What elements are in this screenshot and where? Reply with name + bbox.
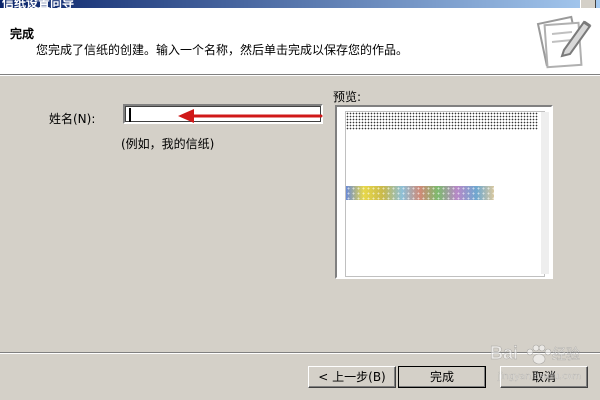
page-description: 您完成了信纸的创建。输入一个名称，然后单击完成以保存您的作品。	[36, 43, 409, 57]
title-bar[interactable]: 信纸设置向导	[0, 0, 600, 8]
page-title: 完成	[10, 27, 35, 41]
stationery-pencil-icon	[536, 15, 592, 69]
preview-scrollbar[interactable]	[541, 112, 549, 274]
preview-pattern-border	[346, 112, 538, 130]
close-button[interactable]	[580, 0, 596, 8]
text-caret	[129, 108, 131, 122]
window-title: 信纸设置向导	[2, 0, 75, 8]
finish-button[interactable]: 完成	[398, 366, 486, 388]
header-divider	[0, 75, 600, 76]
name-example-hint: (例如，我的信纸)	[121, 137, 215, 151]
name-label: 姓名(N):	[49, 112, 96, 126]
left-arrow-annotation	[178, 109, 323, 123]
svg-text:经验: 经验	[552, 347, 580, 363]
stationery-wizard-dialog: 信纸设置向导 完成 您完成了信纸的创建。输入一个名称，然后单击完成以保存您的作品…	[0, 0, 600, 400]
wizard-header: 完成 您完成了信纸的创建。输入一个名称，然后单击完成以保存您的作品。	[0, 8, 600, 75]
button-divider	[0, 352, 600, 354]
preview-label: 预览:	[333, 90, 362, 104]
back-button[interactable]: < 上一步(B)	[308, 366, 396, 388]
cancel-button[interactable]: 取消	[500, 366, 588, 388]
preview-color-band	[346, 186, 494, 200]
